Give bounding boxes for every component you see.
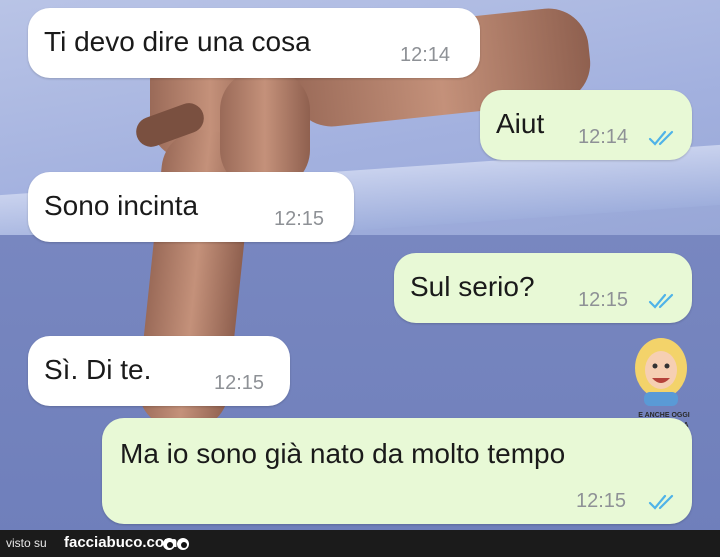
message-text: Sì. Di te. xyxy=(44,354,152,385)
footer-prefix: visto su xyxy=(6,536,47,550)
read-ticks-icon xyxy=(648,130,674,146)
message-bubble-outgoing[interactable]: Ma io sono già nato da molto tempo 12:15 xyxy=(102,418,692,524)
message-time: 12:15 xyxy=(578,289,629,311)
site-footer: visto su facciabuco.com xyxy=(0,530,720,557)
message-bubble-incoming[interactable]: Ti devo dire una cosa 12:14 xyxy=(28,8,480,78)
message-bubble-outgoing[interactable]: Aiut 12:14 xyxy=(480,90,692,160)
read-ticks-icon xyxy=(648,494,674,510)
message-text: Sono incinta xyxy=(44,190,199,221)
message-text: Ti devo dire una cosa xyxy=(44,26,311,57)
message-text: Aiut xyxy=(496,108,545,139)
message-bubble-incoming[interactable]: Sono incinta 12:15 xyxy=(28,172,354,242)
cartoon-woman-icon xyxy=(635,338,687,406)
message-time: 12:14 xyxy=(400,44,451,66)
message-text: Ma io sono già nato da molto tempo xyxy=(120,438,566,469)
read-ticks-icon xyxy=(648,293,674,309)
message-time: 12:15 xyxy=(274,208,325,230)
message-text: Sul serio? xyxy=(410,271,535,302)
googly-eyes-icon xyxy=(163,538,189,550)
message-time: 12:15 xyxy=(576,490,627,512)
message-time: 12:15 xyxy=(214,372,265,394)
message-bubble-incoming[interactable]: Sì. Di te. 12:15 xyxy=(28,336,290,406)
message-bubble-outgoing[interactable]: Sul serio? 12:15 xyxy=(394,253,692,323)
message-time: 12:14 xyxy=(578,126,629,148)
